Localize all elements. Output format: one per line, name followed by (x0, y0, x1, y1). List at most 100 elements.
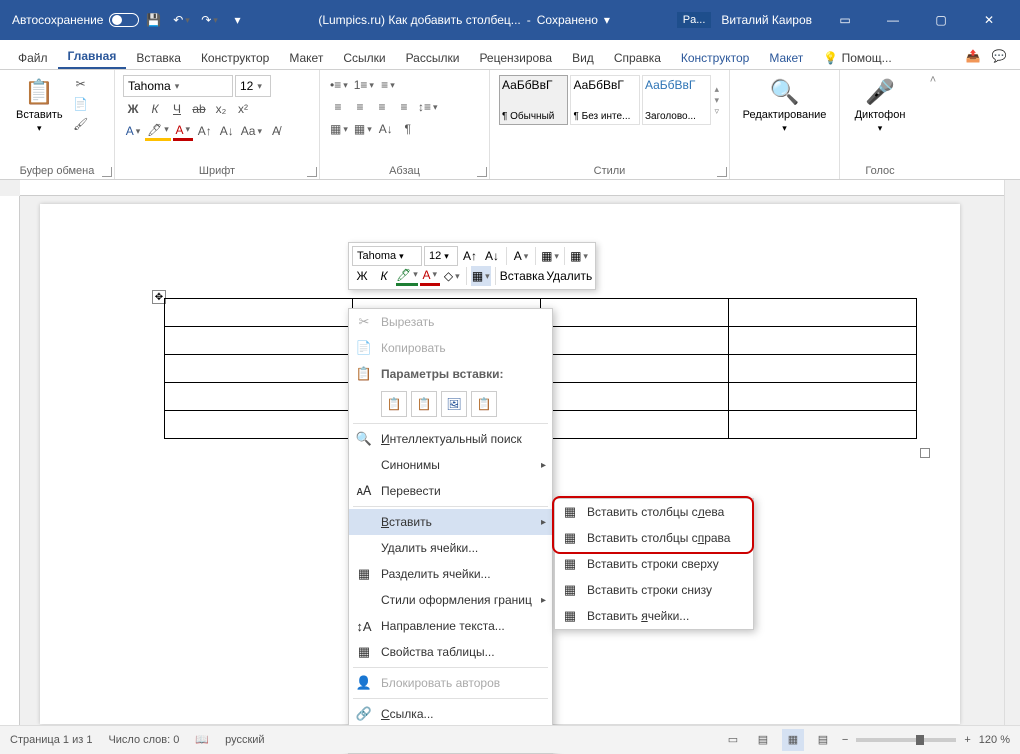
dictate-button[interactable]: 🎤 Диктофон ▾ (848, 74, 912, 138)
ribbon-options-button[interactable]: ▭ (822, 0, 868, 40)
mini-insert-label[interactable]: Вставка (500, 266, 545, 286)
ctx-block-authors[interactable]: 👤Блокировать авторов (349, 670, 552, 696)
copy-button[interactable]: 📄 (71, 94, 91, 114)
line-spacing-button[interactable]: ↕≡ (416, 97, 440, 117)
mini-font-name[interactable]: Tahoma▾ (352, 246, 422, 266)
paste-button[interactable]: 📋 Вставить ▾ (8, 74, 71, 138)
submenu-cols-right[interactable]: ▦Вставить столбцы справа (555, 525, 753, 551)
vertical-scrollbar[interactable] (1004, 180, 1020, 725)
style-no-spacing[interactable]: АаБбВвГ ¶ Без инте... (570, 75, 639, 125)
ctx-smart-lookup[interactable]: 🔍ИИнтеллектуальный поискнтеллектуальный … (349, 426, 552, 452)
tab-help[interactable]: Справка (604, 47, 671, 69)
ctx-delete-cells[interactable]: Удалить ячейки... (349, 535, 552, 561)
mini-borders[interactable]: ▦ (471, 266, 491, 286)
ctx-synonyms[interactable]: Синонимы▸ (349, 452, 552, 478)
underline-button[interactable]: Ч (167, 99, 187, 119)
collapse-ribbon[interactable]: ˄ (920, 70, 946, 179)
align-right-button[interactable]: ≡ (372, 97, 392, 117)
submenu-rows-below[interactable]: ▦Вставить строки снизу (555, 577, 753, 603)
mini-italic[interactable]: К (374, 266, 394, 286)
mini-delete-table[interactable]: ▦ (569, 246, 589, 266)
format-painter-button[interactable]: 🖌 (71, 114, 91, 134)
zoom-out[interactable]: − (842, 734, 848, 746)
account-badge[interactable]: Pa... (677, 12, 712, 28)
redo-button[interactable]: ↷ (197, 8, 221, 32)
view-print[interactable]: ▦ (782, 729, 804, 751)
mini-highlight[interactable]: 🖊 (396, 266, 418, 286)
mini-insert-table[interactable]: ▦ (540, 246, 560, 266)
justify-button[interactable]: ≡ (394, 97, 414, 117)
zoom-slider[interactable] (856, 738, 956, 742)
paste-picture[interactable]: 🖼 (441, 391, 467, 417)
mini-bold[interactable]: Ж (352, 266, 372, 286)
borders-button[interactable]: ▦ (352, 119, 374, 139)
user-name[interactable]: Виталий Каиров (713, 13, 820, 27)
clipboard-launcher[interactable] (102, 167, 112, 177)
close-button[interactable]: ✕ (966, 0, 1012, 40)
paragraph-launcher[interactable] (477, 167, 487, 177)
ctx-text-direction[interactable]: ↕AНаправление текста... (349, 613, 552, 639)
status-proofing-icon[interactable]: 📖 (195, 733, 209, 746)
status-words[interactable]: Число слов: 0 (108, 734, 179, 746)
zoom-level[interactable]: 120 % (979, 734, 1010, 746)
align-left-button[interactable]: ≡ (328, 97, 348, 117)
horizontal-ruler[interactable] (20, 180, 1004, 196)
tab-table-layout[interactable]: Макет (759, 47, 813, 69)
status-language[interactable]: русский (225, 734, 264, 746)
highlight-button[interactable]: 🖊 (145, 121, 171, 141)
mini-font-color[interactable]: A (420, 266, 440, 286)
ctx-link[interactable]: 🔗Ссылка... (349, 701, 552, 727)
font-size-selector[interactable]: 12▾ (235, 75, 271, 97)
view-web[interactable]: ▤ (812, 729, 834, 751)
ctx-translate[interactable]: 🗚Перевести (349, 478, 552, 504)
styles-more[interactable]: ▴▾▿ (712, 74, 721, 126)
ctx-split-cells[interactable]: ▦Разделить ячейки... (349, 561, 552, 587)
font-name-selector[interactable]: Tahoma▾ (123, 75, 233, 97)
bold-button[interactable]: Ж (123, 99, 143, 119)
font-launcher[interactable] (307, 167, 317, 177)
sort-button[interactable]: A↓ (376, 119, 396, 139)
maximize-button[interactable]: ▢ (918, 0, 964, 40)
strike-button[interactable]: ab (189, 99, 209, 119)
paste-keep-source[interactable]: 📋 (381, 391, 407, 417)
ctx-copy[interactable]: 📄Копировать (349, 335, 552, 361)
tab-tellme[interactable]: 💡 Помощ... (813, 47, 901, 69)
tab-insert[interactable]: Вставка (126, 47, 191, 69)
mini-shading[interactable]: ◇ (442, 266, 462, 286)
multilevel-button[interactable]: ≡ (378, 75, 398, 95)
share-button[interactable]: 📤 (960, 43, 986, 69)
align-center-button[interactable]: ≡ (350, 97, 370, 117)
shading-button[interactable]: ▦ (328, 119, 350, 139)
tab-review[interactable]: Рецензирова (469, 47, 562, 69)
view-read[interactable]: ▤ (752, 729, 774, 751)
tab-home[interactable]: Главная (58, 45, 127, 69)
autosave-toggle[interactable]: Автосохранение (12, 13, 139, 27)
shrink-font-button[interactable]: A↓ (217, 121, 237, 141)
mini-font-size[interactable]: 12▾ (424, 246, 458, 266)
change-case-button[interactable]: Aa (239, 121, 264, 141)
mini-shrink-font[interactable]: A↓ (482, 246, 502, 266)
submenu-cols-left[interactable]: ▦Вставить столбцы слева (555, 499, 753, 525)
status-page[interactable]: Страница 1 из 1 (10, 734, 92, 746)
tab-mailings[interactable]: Рассылки (396, 47, 470, 69)
style-normal[interactable]: АаБбВвГ ¶ Обычный (499, 75, 568, 125)
editing-button[interactable]: 🔍 Редактирование ▾ (738, 74, 831, 138)
tab-references[interactable]: Ссылки (333, 47, 395, 69)
comments-button[interactable]: 💬 (986, 43, 1012, 69)
ctx-cut[interactable]: ✂Вырезать (349, 309, 552, 335)
tab-table-constructor[interactable]: Конструктор (671, 47, 759, 69)
undo-button[interactable]: ↶ (169, 8, 193, 32)
minimize-button[interactable]: ― (870, 0, 916, 40)
zoom-in[interactable]: + (964, 734, 970, 746)
subscript-button[interactable]: x₂ (211, 99, 231, 119)
styles-launcher[interactable] (717, 167, 727, 177)
style-heading[interactable]: АаБбВвГ Заголово... (642, 75, 711, 125)
table-resize-handle[interactable] (920, 448, 930, 458)
ctx-border-styles[interactable]: Стили оформления границ▸ (349, 587, 552, 613)
superscript-button[interactable]: x² (233, 99, 253, 119)
view-focus[interactable]: ▭ (722, 729, 744, 751)
mini-grow-font[interactable]: A↑ (460, 246, 480, 266)
tab-layout[interactable]: Макет (279, 47, 333, 69)
cut-button[interactable]: ✂ (71, 74, 91, 94)
tab-file[interactable]: Файл (8, 47, 58, 69)
